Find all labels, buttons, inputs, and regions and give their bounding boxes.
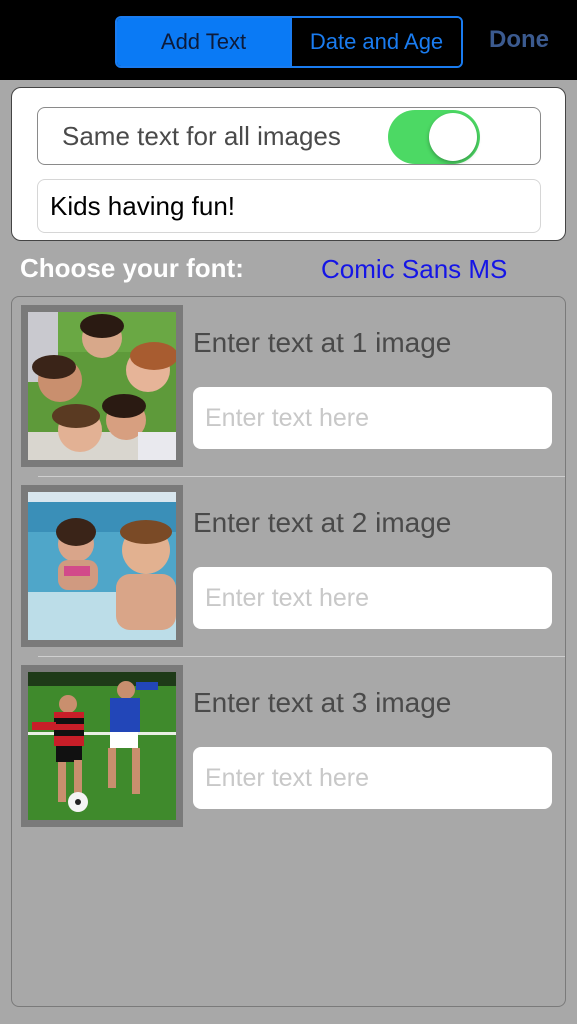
top-bar: Add Text Date and Age Done <box>0 0 577 80</box>
list-item: Enter text at 1 image Enter text here <box>12 297 565 477</box>
soccer-players-photo <box>28 672 176 820</box>
image-caption: Enter text at 1 image <box>193 327 452 358</box>
font-row: Choose your font: Comic Sans MS <box>20 253 560 289</box>
segmented-control: Add Text Date and Age <box>115 16 463 68</box>
list-item: Enter text at 2 image Enter text here <box>12 477 565 657</box>
tab-date-and-age[interactable]: Date and Age <box>290 18 461 66</box>
settings-card: Same text for all images Kids having fun… <box>11 87 566 241</box>
image-list: Enter text at 1 image Enter text here En… <box>11 296 566 1007</box>
image-caption: Enter text at 2 image <box>193 507 452 538</box>
list-item: Enter text at 3 image Enter text here <box>12 657 565 837</box>
done-button[interactable]: Done <box>489 26 549 54</box>
same-text-label: Same text for all images <box>62 120 341 151</box>
image-thumbnail[interactable] <box>21 665 183 827</box>
tab-add-text[interactable]: Add Text <box>117 18 290 66</box>
image-text-input[interactable]: Enter text here <box>193 567 552 629</box>
same-text-toggle[interactable] <box>388 110 480 164</box>
image-caption: Enter text at 3 image <box>193 687 452 718</box>
image-thumbnail[interactable] <box>21 485 183 647</box>
kids-on-grass-photo <box>28 312 176 460</box>
kids-in-pool-photo <box>28 492 176 640</box>
image-text-input[interactable]: Enter text here <box>193 747 552 809</box>
image-text-input[interactable]: Enter text here <box>193 387 552 449</box>
font-label: Choose your font: <box>20 253 244 283</box>
same-text-row: Same text for all images <box>37 107 541 165</box>
toggle-knob <box>429 113 477 161</box>
shared-text-input[interactable]: Kids having fun! <box>37 179 541 233</box>
image-thumbnail[interactable] <box>21 305 183 467</box>
font-select-link[interactable]: Comic Sans MS <box>321 254 507 285</box>
